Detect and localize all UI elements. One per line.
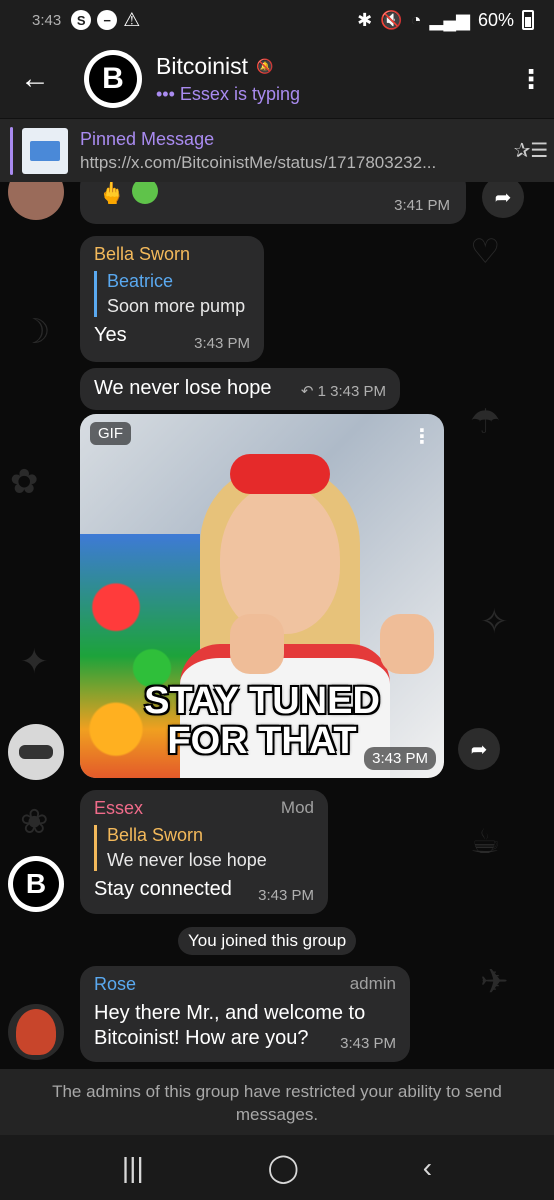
bluetooth-icon: ✱ [357,9,373,30]
rose-avatar-figure [16,1009,56,1055]
pinned-thumbnail [22,127,68,174]
doodle-icon: ✈ [480,963,509,1001]
typing-dots-icon: ••• [156,84,175,104]
robot-avatar[interactable] [8,724,64,780]
message-time: 3:43 PM [194,335,250,352]
pinned-message-bar[interactable]: Pinned Message https://x.com/BitcoinistM… [0,118,554,182]
emoji-sticker-icon [132,182,158,204]
gif-message[interactable]: GIF ⋮ STAY TUNED FOR THAT 3:43 PM [80,414,444,778]
quote-author: Beatrice [107,271,174,291]
message-time: 3:43 PM [364,747,436,770]
forward-icon[interactable]: ➦ [482,182,524,218]
gif-menu-icon[interactable]: ⋮ [412,424,432,449]
message-time: 3:43 PM [330,383,386,400]
group-title: Bitcoinist [156,53,249,79]
doodle-icon: ✿ [10,463,39,501]
message-time: 3:43 PM [340,1035,396,1052]
home-icon[interactable]: ◯ [268,1151,299,1184]
back-nav-icon[interactable]: ‹ [423,1152,432,1184]
bitcoin-logo-icon: B [89,55,137,103]
pinned-indicator [10,126,13,175]
service-message: You joined this group [178,927,357,955]
doodle-icon: ✧ [480,603,509,641]
mute-icon: 🔇 [380,9,403,30]
battery-icon [522,10,534,30]
sender-role: admin [349,974,396,993]
message-bubble[interactable]: Bella Sworn Beatrice Soon more pump Yes … [80,236,264,362]
message-bubble[interactable]: We never lose hope ↶ 1 3:43 PM [80,368,400,410]
message-time: 3:41 PM [394,197,450,214]
signal-icon: ▂▄▆ [429,9,470,30]
muted-icon: 🔕 [256,58,274,74]
message-text-line1: Hey there Mr., and welcome to [94,1002,366,1024]
emoji-hand-icon: 🖕 [98,182,126,205]
header-info[interactable]: Bitcoinist 🔕 ••• Essex is typing [156,53,508,105]
pinned-url: https://x.com/BitcoinistMe/status/171780… [80,152,437,172]
reply-count: 1 [317,383,326,400]
system-nav-bar: ||| ◯ ‹ [0,1135,554,1200]
quote-author: Bella Sworn [107,825,204,845]
doodle-icon: ☕ [470,823,501,861]
pinned-title: Pinned Message [80,128,215,149]
quote-text: We never lose hope [107,850,267,870]
battery-level: 60% [477,9,514,30]
robot-visor-icon [19,745,53,759]
message-text: We never lose hope [94,377,272,399]
bitcoin-logo-icon: B [13,861,59,907]
typing-status: Essex is typing [179,84,300,104]
rose-avatar[interactable] [8,1004,64,1060]
chat-area[interactable]: ☽ ♡ ✿ ☂ ✦ ✧ ❀ ☕ ✈ 🖕 3:41 PM ➦ Bella Swor… [0,182,554,1069]
doodle-icon: ♡ [470,233,501,271]
quote-text: Soon more pump [107,296,246,316]
sender-role: Mod [280,798,314,817]
reply-arrow-icon: ↶ [300,383,314,400]
message-bubble[interactable]: Essex Mod Bella Sworn We never lose hope… [80,790,328,914]
sync-icon: S [71,10,92,30]
doodle-icon: ☂ [470,403,501,441]
gif-caption-line1: STAY TUNED [144,680,380,722]
recent-apps-icon[interactable]: ||| [122,1152,144,1184]
pin-list-icon[interactable]: ✰☰ [508,138,554,163]
bitcoin-avatar[interactable]: B [8,856,64,912]
reply-quote[interactable]: Bella Sworn We never lose hope [94,825,314,871]
restriction-notice: The admins of this group have restricted… [0,1069,554,1135]
more-menu-icon[interactable]: ⋮ [508,64,554,95]
message-time: 3:43 PM [258,887,314,904]
sender-name[interactable]: Rose [94,974,136,995]
user-avatar[interactable] [8,182,64,220]
back-arrow-icon[interactable]: ← [0,62,70,96]
doodle-icon: ☽ [20,313,51,351]
gif-badge: GIF [90,422,131,445]
warning-icon: ⚠ [123,9,141,31]
sender-name[interactable]: Essex [94,798,143,819]
doodle-icon: ❀ [20,803,49,841]
chat-header: ← B Bitcoinist 🔕 ••• Essex is typing ⋮ [0,40,554,118]
reply-quote[interactable]: Beatrice Soon more pump [94,271,250,317]
status-bar: 3:43 S − ⚠ ✱ 🔇 ◔ ▂▄▆ 60% [0,0,554,40]
sender-name[interactable]: Bella Sworn [94,244,250,265]
message-bubble[interactable]: 🖕 3:41 PM [80,182,466,224]
status-time: 3:43 [32,11,62,29]
message-bubble[interactable]: Rose admin Hey there Mr., and welcome to… [80,966,410,1062]
doodle-icon: ✦ [20,643,49,681]
group-avatar[interactable]: B [84,50,142,108]
wifi-icon: ◔ [410,9,422,30]
forward-icon[interactable]: ➦ [458,728,500,770]
dnd-icon: − [97,10,118,30]
